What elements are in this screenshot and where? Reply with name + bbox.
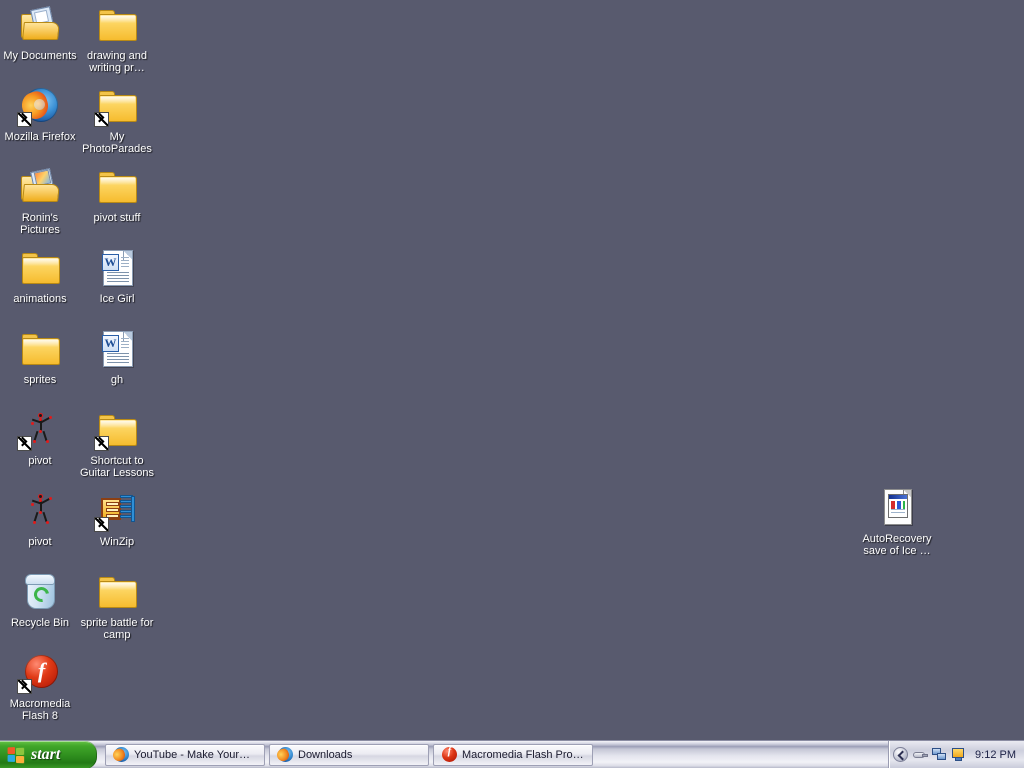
desktop-icon[interactable]: pivot (2, 490, 78, 548)
start-button-label: start (31, 746, 61, 763)
desktop-icon[interactable]: Recycle Bin (2, 571, 78, 629)
taskbar: start YouTube - Make Your… Downloads Macro… (0, 740, 1024, 768)
desktop-icon-label: pivot (28, 455, 52, 467)
taskbar-task-button[interactable]: YouTube - Make Your… (105, 743, 265, 766)
folder-icon (93, 166, 141, 210)
windows-logo-icon (7, 746, 26, 764)
winzip-icon (93, 490, 141, 534)
taskbar-task-button[interactable]: Downloads (269, 743, 429, 766)
firefox-icon (16, 85, 64, 129)
taskbar-task-label: YouTube - Make Your… (134, 748, 250, 761)
open-folder-picture-icon (16, 166, 64, 210)
recycle-bin-icon (16, 571, 64, 615)
desktop-icon[interactable]: My Documents (2, 4, 78, 62)
desktop-icon-label: Macromedia Flash 8 (9, 698, 71, 722)
autorecovery-document-icon (873, 487, 921, 531)
desktop-icon-label: animations (13, 293, 67, 305)
desktop-icon-label: Mozilla Firefox (4, 131, 76, 143)
firefox-icon (114, 747, 129, 762)
desktop-icon[interactable]: animations (2, 247, 78, 305)
desktop-icon-label: sprites (23, 374, 57, 386)
desktop-icon[interactable]: My PhotoParades (79, 85, 155, 155)
desktop-icon-label: pivot (28, 536, 52, 548)
pivot-stickman-icon (16, 409, 64, 453)
folder-icon (93, 571, 141, 615)
task-button-area: YouTube - Make Your… Downloads Macromedia … (97, 741, 888, 768)
network-connection-icon[interactable] (932, 747, 947, 762)
desktop-icon[interactable]: sprites (2, 328, 78, 386)
desktop-icon-label: pivot stuff (93, 212, 141, 224)
pivot-stickman-icon (16, 490, 64, 534)
desktop-icon[interactable]: Ronin's Pictures (2, 166, 78, 236)
taskbar-task-label: Macromedia Flash Pro… (462, 748, 584, 761)
desktop-icon-label: My PhotoParades (82, 131, 152, 155)
desktop-icon[interactable]: W Ice Girl (79, 247, 155, 305)
desktop-icon[interactable]: WinZip (79, 490, 155, 548)
word-document-icon: W (93, 328, 141, 372)
folder-icon (16, 328, 64, 372)
desktop-icon-label: WinZip (99, 536, 135, 548)
folder-icon (93, 85, 141, 129)
safely-remove-hardware-icon[interactable] (913, 747, 929, 762)
taskbar-task-label: Downloads (298, 748, 353, 761)
desktop-icon[interactable]: AutoRecovery save of Ice … (859, 487, 935, 557)
firefox-icon (278, 747, 293, 762)
chevron-left-icon[interactable] (893, 747, 909, 762)
desktop-icon-label: Shortcut to Guitar Lessons (80, 455, 154, 479)
flash-icon (442, 745, 457, 762)
desktop-icon[interactable]: pivot stuff (79, 166, 155, 224)
taskbar-task-button[interactable]: Macromedia Flash Pro… (433, 743, 593, 766)
display-settings-icon[interactable] (951, 747, 966, 762)
folder-icon (93, 409, 141, 453)
start-button[interactable]: start (0, 741, 97, 768)
desktop-icon[interactable]: sprite battle for camp (79, 571, 155, 641)
folder-icon (93, 4, 141, 48)
desktop-icon-label: Ronin's Pictures (20, 212, 60, 236)
desktop-icon-label: drawing and writing pr… (87, 50, 147, 74)
desktop-icon[interactable]: Mozilla Firefox (2, 85, 78, 143)
desktop-icon-label: My Documents (3, 50, 77, 62)
clock[interactable]: 9:12 PM (971, 749, 1016, 761)
flash-icon: f (16, 652, 64, 696)
system-tray: 9:12 PM (888, 741, 1024, 768)
desktop[interactable]: My Documents drawing and writing pr… Mozil… (0, 0, 1024, 740)
word-document-icon: W (93, 247, 141, 291)
open-folder-document-icon (16, 4, 64, 48)
desktop-icon-label: AutoRecovery save of Ice … (862, 533, 932, 557)
desktop-icon-label: Ice Girl (99, 293, 135, 305)
desktop-icon[interactable]: drawing and writing pr… (79, 4, 155, 74)
desktop-icon[interactable]: Shortcut to Guitar Lessons (79, 409, 155, 479)
desktop-icon-label: sprite battle for camp (80, 617, 154, 641)
desktop-icon-label: Recycle Bin (10, 617, 70, 629)
desktop-icon-label: gh (110, 374, 124, 386)
folder-icon (16, 247, 64, 291)
desktop-icon[interactable]: pivot (2, 409, 78, 467)
desktop-icon[interactable]: f Macromedia Flash 8 (2, 652, 78, 722)
desktop-icon[interactable]: Wgh (79, 328, 155, 386)
